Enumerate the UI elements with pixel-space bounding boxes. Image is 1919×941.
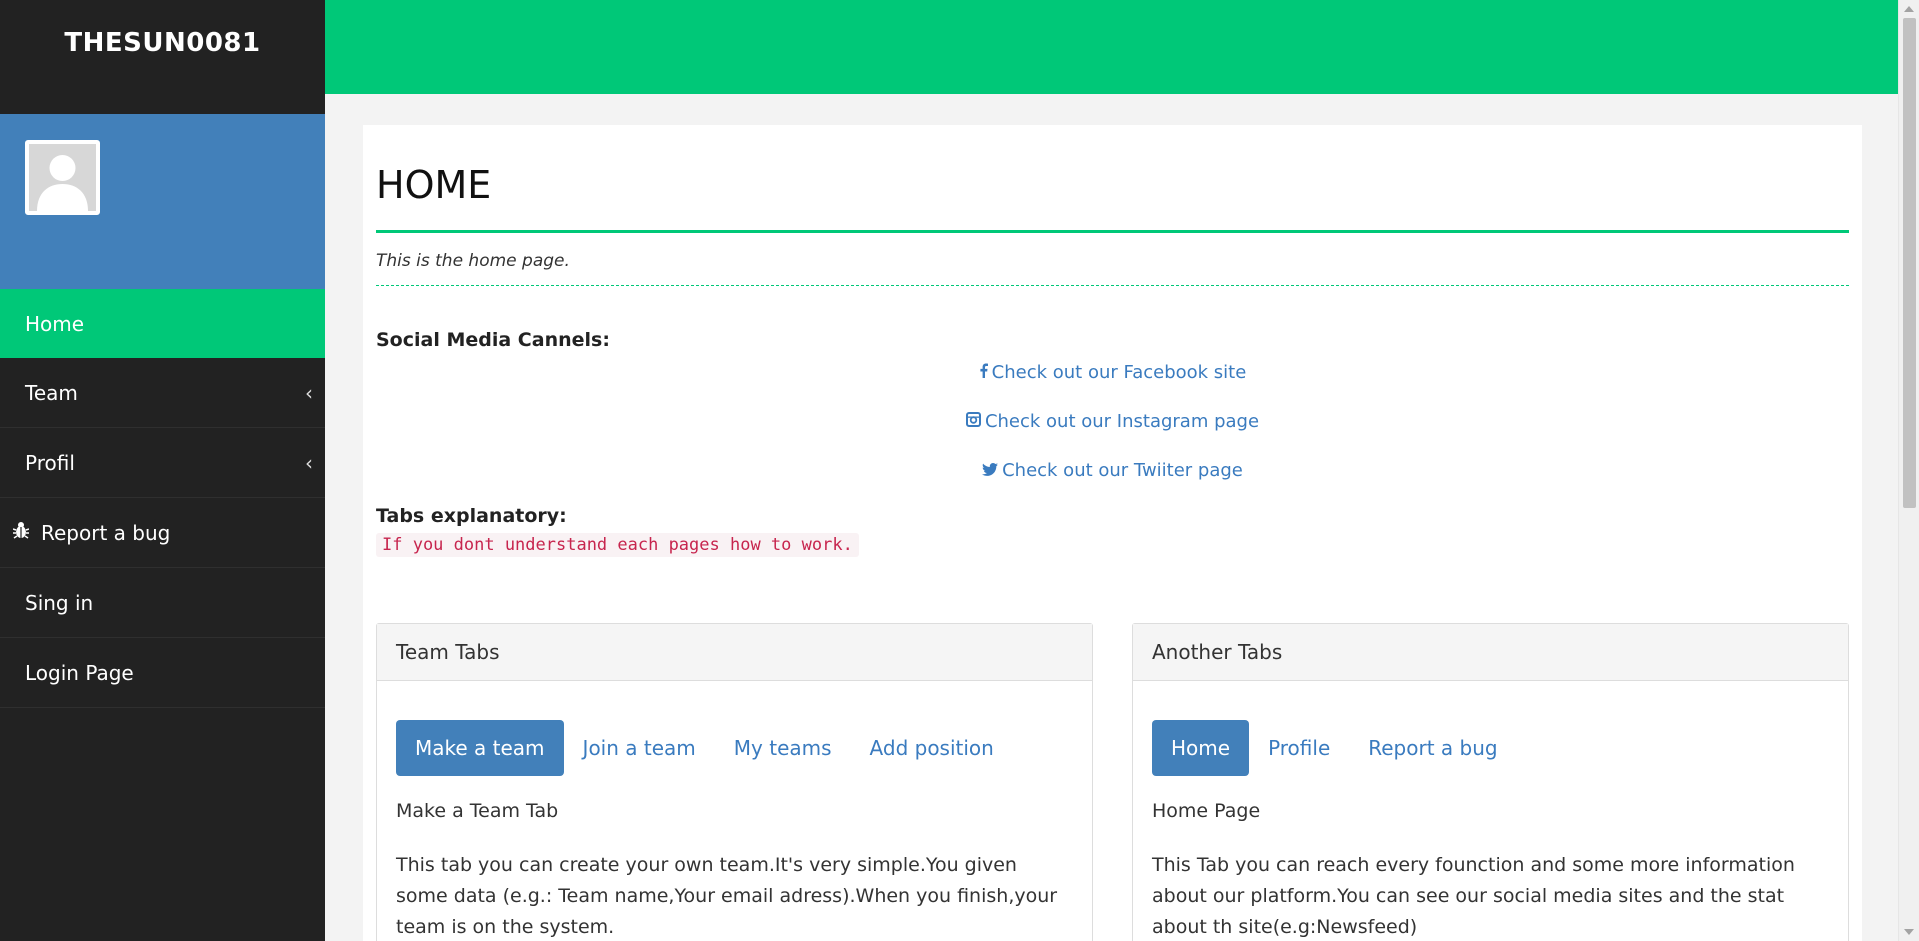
facebook-link[interactable]: Check out our Facebook site: [376, 361, 1849, 410]
sidebar-item-label: Sing in: [25, 590, 94, 615]
sidebar-item-label: Profil: [25, 450, 75, 475]
facebook-icon: [979, 361, 988, 385]
main-content: HOME This is the home page. Social Media…: [363, 125, 1862, 941]
panel-heading: Team Tabs: [377, 624, 1092, 681]
tab-my-teams[interactable]: My teams: [715, 720, 851, 776]
sidebar-item-login-page[interactable]: Login Page: [0, 638, 325, 708]
another-tab-nav: Home Profile Report a bug: [1152, 720, 1829, 776]
user-placeholder-icon: [29, 144, 96, 211]
page-scrollbar[interactable]: [1898, 0, 1919, 941]
tab-make-a-team[interactable]: Make a team: [396, 720, 564, 776]
team-tab-nav: Make a team Join a team My teams Add pos…: [396, 720, 1073, 776]
tabs-heading: Tabs explanatory:: [376, 505, 567, 527]
social-links: Check out our Facebook site Check out ou…: [376, 361, 1849, 508]
tab-join-a-team[interactable]: Join a team: [564, 720, 715, 776]
sidebar-item-label: Home: [25, 311, 85, 336]
panel-body: Home Profile Report a bug Home Page This…: [1133, 681, 1848, 941]
chevron-left-icon: ‹: [305, 450, 313, 475]
sidebar-item-label: Report a bug: [41, 520, 171, 545]
tab-content-text: This Tab you can reach every founction a…: [1152, 854, 1795, 938]
instagram-link-label: Check out our Instagram page: [984, 411, 1260, 432]
user-panel: [0, 114, 325, 289]
tab-content-title: Home Page: [1152, 800, 1261, 822]
tabs-note: If you dont understand each pages how to…: [376, 533, 859, 557]
sidebar-item-report-bug[interactable]: Report a bug: [0, 498, 325, 568]
twitter-link-label: Check out our Twiiter page: [1002, 460, 1243, 481]
sidebar-item-team[interactable]: Team ‹: [0, 358, 325, 428]
panel-body: Make a team Join a team My teams Add pos…: [377, 681, 1092, 941]
chevron-left-icon: ‹: [305, 380, 313, 405]
social-heading: Social Media Cannels:: [376, 329, 610, 351]
sidebar-item-label: Login Page: [25, 660, 134, 685]
panel-heading: Another Tabs: [1133, 624, 1848, 681]
instagram-link[interactable]: Check out our Instagram page: [376, 410, 1849, 459]
twitter-link[interactable]: Check out our Twiiter page: [376, 459, 1849, 508]
tab-home[interactable]: Home: [1152, 720, 1250, 776]
another-tabs-panel: Another Tabs Home Profile Report a bug H…: [1132, 623, 1849, 941]
dashed-divider: [376, 285, 1849, 286]
team-tabs-panel: Team Tabs Make a team Join a team My tea…: [376, 623, 1093, 941]
top-navbar: [325, 0, 1899, 94]
avatar[interactable]: [25, 140, 100, 215]
instagram-icon: [965, 410, 981, 434]
scroll-up-arrow-icon[interactable]: [1904, 6, 1914, 12]
tab-content-title: Make a Team Tab: [396, 800, 559, 822]
panels: Team Tabs Make a team Join a team My tea…: [376, 623, 1849, 941]
scroll-down-arrow-icon[interactable]: [1904, 929, 1914, 935]
page-subtitle: This is the home page.: [376, 251, 570, 271]
sidebar-item-label: Team: [25, 380, 78, 405]
sidebar-item-home[interactable]: Home: [0, 289, 325, 358]
tab-content-text: This tab you can create your own team.It…: [396, 854, 1058, 938]
facebook-link-label: Check out our Facebook site: [991, 362, 1247, 383]
tab-profile[interactable]: Profile: [1249, 720, 1349, 776]
sidebar-item-sign-in[interactable]: Sing in: [0, 568, 325, 638]
sidebar-item-profil[interactable]: Profil ‹: [0, 428, 325, 498]
tab-report-a-bug[interactable]: Report a bug: [1349, 720, 1516, 776]
bug-icon: [12, 521, 30, 544]
sidebar: THESUN0081 Home Team ‹ Profil ‹ Report a…: [0, 0, 325, 941]
title-divider: [376, 230, 1849, 233]
tab-add-position[interactable]: Add position: [851, 720, 1013, 776]
brand-title: THESUN0081: [64, 28, 261, 58]
page-title: HOME: [376, 163, 492, 207]
twitter-icon: [982, 459, 999, 483]
scrollbar-thumb[interactable]: [1903, 18, 1916, 508]
